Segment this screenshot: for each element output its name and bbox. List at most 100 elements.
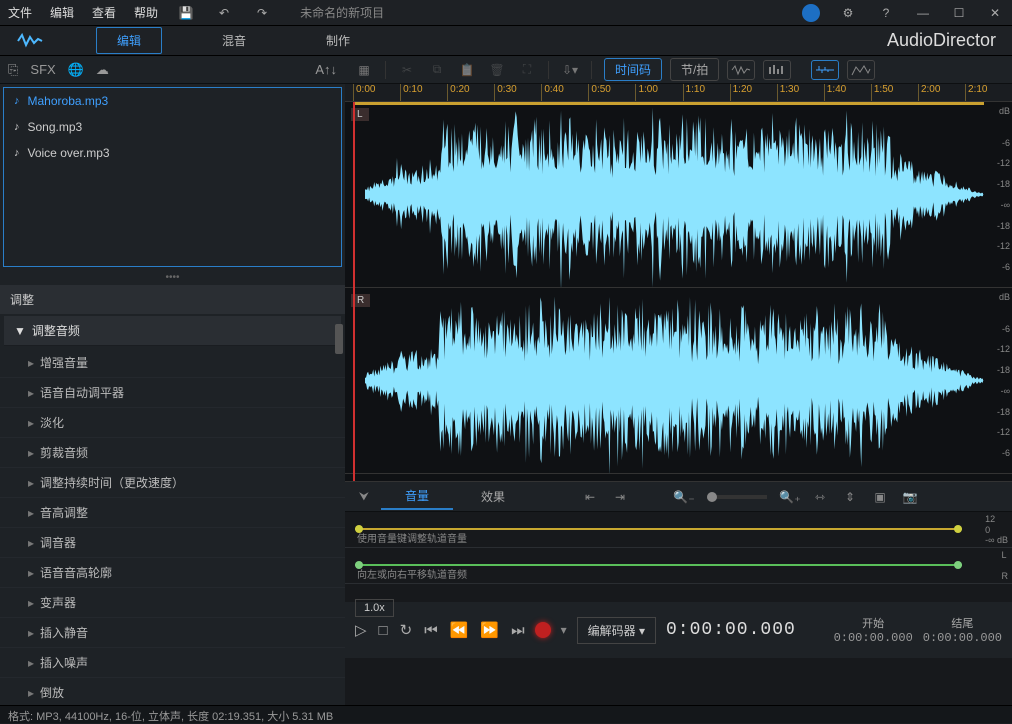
chevron-right-icon: ▸ [28,596,34,610]
adjust-group-audio[interactable]: ▼ 调整音频 [4,316,341,346]
panel-resize-handle[interactable]: •••• [0,270,345,285]
camera-icon[interactable]: 📷 [897,486,923,508]
select-tool-icon[interactable]: ▦ [351,59,377,81]
delete-icon[interactable]: 🗑 [484,59,510,81]
adjust-item[interactable]: ▸插入静音 [0,618,345,648]
adjust-item[interactable]: ▸增强音量 [0,348,345,378]
adjust-item[interactable]: ▸语音自动调平器 [0,378,345,408]
scrollbar-thumb[interactable] [335,324,343,354]
waveform-area[interactable]: L dB -6-12-18-∞-18-12-6 R dB -6-12-18-∞-… [345,102,1012,482]
rewind-icon[interactable]: ⏪ [450,621,469,639]
ruler-tick: 0:20 [447,84,494,101]
view-mode-freq-icon[interactable] [763,60,791,80]
mode-tab-make[interactable]: 制作 [306,28,370,53]
adjust-item-label: 语音音高轮廓 [40,564,112,581]
play-icon[interactable]: ▷ [355,621,367,639]
globe-icon[interactable]: 🌐 [68,62,84,78]
chevron-right-icon: ▸ [28,536,34,550]
channel-left[interactable]: L dB -6-12-18-∞-18-12-6 [345,102,1012,288]
zoom-in-icon[interactable]: 🔍₊ [777,486,803,508]
zoom-slider[interactable] [707,495,767,499]
settings-icon[interactable]: ⚙ [838,3,858,23]
codec-button[interactable]: 编解码器 ▾ [577,617,656,644]
adjust-item-label: 剪裁音频 [40,444,88,461]
adjust-item-label: 变声器 [40,594,76,611]
chevron-right-icon: ▸ [28,686,34,700]
title-bar: 文件 编辑 查看 帮助 💾 ↶ ↷ 未命名的新项目 ⚙ ? — ☐ ✕ [0,0,1012,26]
adjust-item[interactable]: ▸淡化 [0,408,345,438]
close-icon[interactable]: ✕ [986,4,1004,22]
adjust-item[interactable]: ▸ 倒放 [0,678,345,705]
view-mode-single-icon[interactable] [811,60,839,80]
track-control-bar: ⮟ 音量 效果 ⇤ ⇥ 🔍₋ 🔍₊ ⇿ ⇕ ▣ 📷 [345,482,1012,512]
stop-icon[interactable]: □ [379,622,388,639]
tab-volume[interactable]: 音量 [381,483,453,510]
adjust-item-label: 调音器 [40,534,76,551]
zoom-out-icon[interactable]: 🔍₋ [671,486,697,508]
zoom-fit-h-icon[interactable]: ⇿ [807,486,833,508]
adjust-item[interactable]: ▸插入噪声 [0,648,345,678]
record-button[interactable] [535,622,551,638]
ruler-tick: 0:00 [353,84,400,101]
undo-icon[interactable]: ↶ [214,3,234,23]
file-item[interactable]: ♪Mahoroba.mp3 [4,88,341,114]
adjust-item-label: 倒放 [40,684,64,701]
chevron-right-icon: ▸ [28,566,34,580]
mode-tab-edit[interactable]: 编辑 [96,27,162,54]
import-media-icon[interactable]: ⎘ [8,62,18,78]
redo-icon[interactable]: ↷ [252,3,272,23]
go-start-icon[interactable]: ⏮ [424,622,438,639]
minimize-icon[interactable]: — [914,4,932,22]
go-end-icon[interactable]: ⏭ [511,622,525,639]
copy-icon[interactable]: ⧉ [424,59,450,81]
mode-tab-mix[interactable]: 混音 [202,28,266,53]
file-list[interactable]: ♪Mahoroba.mp3♪Song.mp3♪Voice over.mp3 [3,87,342,267]
marker-out-icon[interactable]: ⇥ [607,486,633,508]
sfx-button[interactable]: SFX [30,62,55,77]
timecode-toggle[interactable]: 时间码 [604,58,662,81]
menu-edit[interactable]: 编辑 [50,4,74,21]
adjust-item[interactable]: ▸ 调音器 [0,528,345,558]
tab-effect[interactable]: 效果 [457,484,529,509]
font-size-button[interactable]: A↑↓ [315,62,337,77]
file-item[interactable]: ♪Song.mp3 [4,114,341,140]
adjust-item[interactable]: ▸ 语音音高轮廓 [0,558,345,588]
channel-right[interactable]: R dB -6-12-18-∞-18-12-6 [345,288,1012,474]
collapse-icon[interactable]: ⮟ [351,486,377,508]
menu-file[interactable]: 文件 [8,4,32,21]
adjust-item[interactable]: ▸ 变声器 [0,588,345,618]
marker-in-icon[interactable]: ⇤ [577,486,603,508]
ruler-tick: 1:30 [777,84,824,101]
adjust-item[interactable]: ▸剪裁音频 [0,438,345,468]
loop-icon[interactable]: ↻ [400,621,413,639]
maximize-icon[interactable]: ☐ [950,4,968,22]
adjust-panel: ▼ 调整音频 ▸增强音量▸语音自动调平器▸淡化▸剪裁音频▸调整持续时间（更改速度… [0,314,345,705]
snapshot-icon[interactable]: ▣ [867,486,893,508]
adjust-item[interactable]: ▸音高调整 [0,498,345,528]
music-note-icon: ♪ [14,95,20,107]
paste-icon[interactable]: 📋 [454,59,480,81]
adjust-item[interactable]: ▸调整持续时间（更改速度） [0,468,345,498]
pan-envelope-track[interactable]: 向左或向右平移轨道音频 L R [345,548,1012,584]
view-mode-spectrum-icon[interactable] [847,60,875,80]
ruler-tick: 0:30 [494,84,541,101]
playback-speed[interactable]: 1.0x [355,599,394,617]
playhead[interactable] [353,102,355,481]
volume-envelope-track[interactable]: 使用音量键调整轨道音量 120-∞ dB [345,512,1012,548]
zoom-fit-v-icon[interactable]: ⇕ [837,486,863,508]
file-item[interactable]: ♪Voice over.mp3 [4,140,341,166]
help-icon[interactable]: ? [876,3,896,23]
notification-icon[interactable] [802,4,820,22]
crop-icon[interactable]: ⛶ [514,59,540,81]
cut-icon[interactable]: ✂ [394,59,420,81]
forward-icon[interactable]: ⏩ [480,621,499,639]
menu-view[interactable]: 查看 [92,4,116,21]
timeline-ruler[interactable]: 0:000:100:200:300:400:501:001:101:201:30… [345,84,1012,102]
export-icon[interactable]: ⇩▾ [557,59,583,81]
record-dropdown-icon[interactable]: ▾ [561,623,567,637]
view-mode-wave-icon[interactable] [727,60,755,80]
cloud-icon[interactable]: ☁ [96,62,109,78]
beat-toggle[interactable]: 节/拍 [670,58,719,81]
save-icon[interactable]: 💾 [176,3,196,23]
menu-help[interactable]: 帮助 [134,4,158,21]
